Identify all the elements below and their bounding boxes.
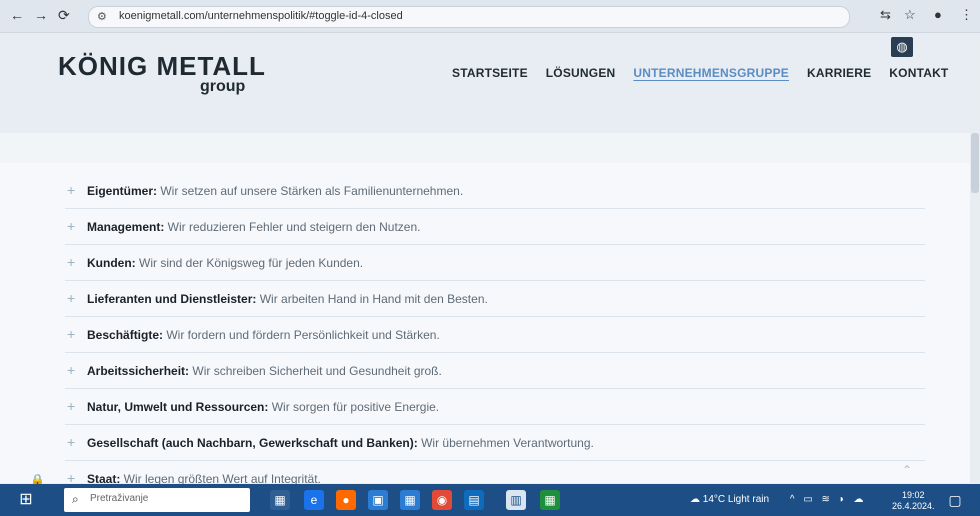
toggle-label: Arbeitssicherheit: Wir schreiben Sicherh… — [87, 364, 442, 378]
site-info-icon[interactable]: ⚙ — [97, 10, 107, 23]
back-icon[interactable]: ← — [10, 7, 24, 23]
nav-startseite[interactable]: STARTSEITE — [452, 66, 528, 80]
toggle-label: Management: Wir reduzieren Fehler und st… — [87, 220, 420, 234]
tray-chevron-icon[interactable]: ^ — [790, 494, 795, 505]
windows-taskbar: ⊞ ⌕ Pretraživanje ▦ e ● ▣ ▦ ◉ ▤ ▥ ▦ ☁ 14… — [0, 484, 980, 516]
nav-kontakt[interactable]: KONTAKT — [889, 66, 948, 80]
active-app-icon[interactable]: ▥ — [506, 490, 526, 510]
toggle-title: Kunden: — [87, 255, 136, 270]
clock-time: 19:02 — [902, 490, 925, 500]
profile-avatar-icon[interactable]: ● — [934, 7, 942, 22]
menu-kebab-icon[interactable]: ⋮ — [960, 7, 973, 23]
toggle-desc: Wir arbeiten Hand in Hand mit den Besten… — [256, 291, 488, 306]
plus-icon: + — [67, 362, 76, 378]
browser-toolbar: ← → ⟳ ⚙ koenigmetall.com/unternehmenspol… — [0, 0, 980, 33]
search-icon: ⌕ — [72, 492, 79, 506]
nav-karriere[interactable]: KARRIERE — [807, 66, 871, 80]
toggle-label: Lieferanten und Dienstleister: Wir arbei… — [87, 292, 488, 306]
nav-loesungen[interactable]: LÖSUNGEN — [546, 66, 616, 80]
taskbar-search[interactable]: ⌕ Pretraživanje — [64, 488, 250, 512]
toggle-label: Natur, Umwelt und Ressourcen: Wir sorgen… — [87, 400, 439, 414]
chevron-up-icon[interactable]: ⌃ — [902, 463, 912, 477]
app-icon[interactable]: ▦ — [540, 490, 560, 510]
toggle-title: Arbeitssicherheit: — [87, 363, 190, 378]
task-view-icon[interactable]: ▦ — [270, 490, 290, 510]
plus-icon: + — [67, 326, 76, 342]
plus-icon: + — [67, 218, 76, 234]
edge-icon[interactable]: e — [304, 490, 324, 510]
page-scrollbar[interactable] — [970, 33, 980, 483]
toggle-item[interactable]: + Arbeitssicherheit: Wir schreiben Siche… — [65, 352, 925, 388]
toggle-label: Beschäftigte: Wir fordern und fördern Pe… — [87, 328, 440, 342]
toggle-item[interactable]: + Gesellschaft (auch Nachbarn, Gewerksch… — [65, 424, 925, 460]
toggle-item[interactable]: + Eigentümer: Wir setzen auf unsere Stär… — [65, 173, 925, 208]
toggle-item[interactable]: + Natur, Umwelt und Ressourcen: Wir sorg… — [65, 388, 925, 424]
plus-icon: + — [67, 470, 76, 486]
main-nav: STARTSEITE LÖSUNGEN UNTERNEHMENSGRUPPE K… — [452, 66, 948, 80]
reload-icon[interactable]: ⟳ — [58, 7, 70, 24]
address-bar[interactable]: ⚙ koenigmetall.com/unternehmenspolitik/#… — [88, 6, 850, 28]
plus-icon: + — [67, 254, 76, 270]
battery-icon[interactable]: ▭ — [803, 494, 812, 505]
webpage: KÖNIG METALL group ◍ STARTSEITE LÖSUNGEN… — [0, 33, 980, 487]
notification-center-icon[interactable]: ▢ — [944, 490, 966, 510]
toggle-desc: Wir übernehmen Verantwortung. — [417, 435, 594, 450]
policy-toggle-list: + Eigentümer: Wir setzen auf unsere Stär… — [65, 173, 925, 496]
toggle-item[interactable]: + Management: Wir reduzieren Fehler und … — [65, 208, 925, 244]
toggle-title: Lieferanten und Dienstleister: — [87, 291, 257, 306]
toggle-item[interactable]: + Kunden: Wir sind der Königsweg für jed… — [65, 244, 925, 280]
wifi-icon[interactable]: ≋ — [822, 494, 830, 505]
plus-icon: + — [67, 182, 76, 198]
firefox-icon[interactable]: ● — [336, 490, 356, 510]
site-logo[interactable]: KÖNIG METALL group — [58, 51, 266, 96]
toggle-title: Natur, Umwelt und Ressourcen: — [87, 399, 269, 414]
nav-unternehmensgruppe[interactable]: UNTERNEHMENSGRUPPE — [633, 66, 789, 80]
toggle-title: Management: — [87, 219, 165, 234]
toggle-desc: Wir reduzieren Fehler und steigern den N… — [164, 219, 421, 234]
weather-icon[interactable]: ☁ — [690, 494, 700, 505]
calculator-icon[interactable]: ▦ — [400, 490, 420, 510]
content-top-band — [0, 133, 980, 163]
toggle-label: Gesellschaft (auch Nachbarn, Gewerkschaf… — [87, 436, 594, 450]
url-text: koenigmetall.com/unternehmenspolitik/#to… — [119, 10, 403, 22]
toggle-desc: Wir sind der Königsweg für jeden Kunden. — [135, 255, 364, 270]
store-icon[interactable]: ▤ — [464, 490, 484, 510]
taskbar-clock[interactable]: 19:02 26.4.2024. — [892, 490, 935, 512]
plus-icon: + — [67, 434, 76, 450]
clock-date: 26.4.2024. — [892, 501, 935, 511]
system-tray: ☁ 14°C Light rain ^ ▭ ≋ ◗ ☁ — [690, 494, 864, 505]
globe-icon[interactable]: ◍ — [891, 37, 913, 57]
toggle-title: Eigentümer: — [87, 183, 158, 198]
site-header: KÖNIG METALL group ◍ STARTSEITE LÖSUNGEN… — [0, 33, 980, 133]
toggle-label: Eigentümer: Wir setzen auf unsere Stärke… — [87, 184, 463, 198]
chrome-icon[interactable]: ◉ — [432, 490, 452, 510]
toggle-desc: Wir fordern und fördern Persönlichkeit u… — [163, 327, 440, 342]
forward-icon[interactable]: → — [34, 7, 48, 23]
weather-text[interactable]: 14°C Light rain — [703, 494, 769, 505]
volume-icon[interactable]: ◗ — [839, 494, 845, 505]
toggle-item[interactable]: + Beschäftigte: Wir fordern und fördern … — [65, 316, 925, 352]
toggle-title: Gesellschaft (auch Nachbarn, Gewerkschaf… — [87, 435, 418, 450]
toggle-desc: Wir sorgen für positive Energie. — [268, 399, 440, 414]
onedrive-icon[interactable]: ☁ — [854, 494, 864, 505]
toggle-desc: Wir setzen auf unsere Stärken als Famili… — [157, 183, 464, 198]
plus-icon: + — [67, 290, 76, 306]
toggle-label: Kunden: Wir sind der Königsweg für jeden… — [87, 256, 363, 270]
file-explorer-icon[interactable]: ▣ — [368, 490, 388, 510]
toggle-item[interactable]: + Lieferanten und Dienstleister: Wir arb… — [65, 280, 925, 316]
windows-start-icon[interactable]: ⊞ — [8, 484, 44, 516]
toggle-desc: Wir schreiben Sicherheit und Gesundheit … — [189, 363, 442, 378]
plus-icon: + — [67, 398, 76, 414]
bookmark-star-icon[interactable]: ☆ — [904, 7, 916, 23]
scrollbar-thumb[interactable] — [971, 133, 979, 193]
taskbar-search-placeholder: Pretraživanje — [90, 493, 149, 504]
translate-icon[interactable]: ⇆ — [880, 7, 891, 23]
toggle-title: Beschäftigte: — [87, 327, 164, 342]
